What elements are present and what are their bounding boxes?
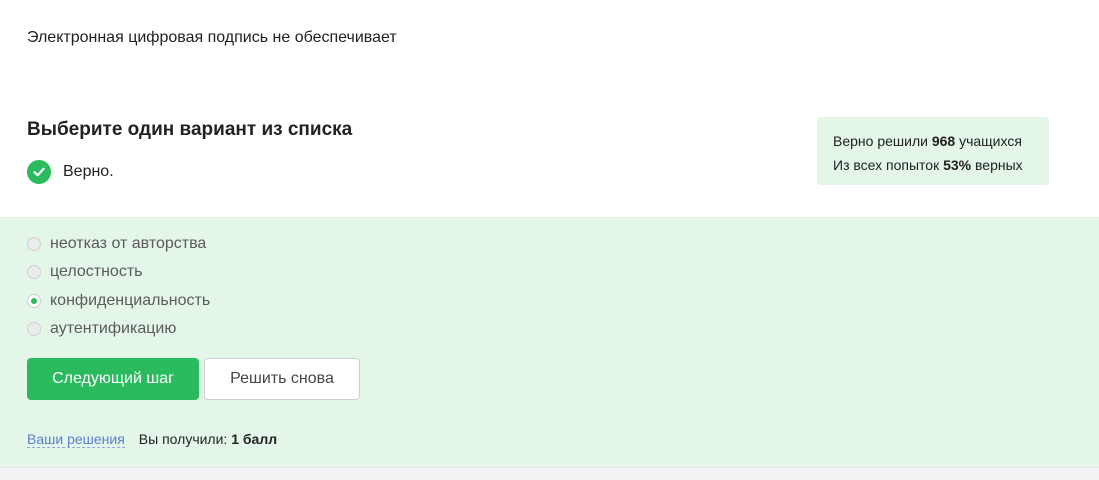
stats-solved-prefix: Верно решили xyxy=(833,133,932,149)
answer-area: неотказ от авторства целостность конфиде… xyxy=(0,217,1099,467)
option-item[interactable]: неотказ от авторства xyxy=(27,235,206,253)
bottom-divider xyxy=(0,467,1099,480)
score-text: Вы получили: 1 балл xyxy=(139,431,277,447)
stats-solved-suffix: учащихся xyxy=(955,133,1022,149)
stats-percent-prefix: Из всех попыток xyxy=(833,157,944,173)
instruction-heading: Выберите один вариант из списка xyxy=(27,119,353,140)
option-label: аутентификацию xyxy=(50,320,177,337)
radio-button[interactable] xyxy=(27,265,41,279)
option-label: конфиденциальность xyxy=(50,292,211,309)
result-footer: Ваши решения Вы получили: 1 балл xyxy=(27,431,277,448)
check-circle-icon xyxy=(27,160,51,184)
radio-button[interactable] xyxy=(27,237,41,251)
your-solutions-link[interactable]: Ваши решения xyxy=(27,431,125,448)
radio-button-selected[interactable] xyxy=(27,294,41,308)
verdict-text: Верно. xyxy=(63,163,114,180)
stats-correct-percent: 53% xyxy=(943,157,972,173)
verdict: Верно. xyxy=(27,160,114,184)
option-item[interactable]: целостность xyxy=(27,263,143,281)
option-item[interactable]: аутентификацию xyxy=(27,320,176,338)
option-label: неотказ от авторства xyxy=(50,235,207,252)
option-label: целостность xyxy=(50,263,143,280)
score-prefix: Вы получили: xyxy=(138,431,228,447)
retry-button[interactable]: Решить снова xyxy=(204,358,360,400)
stats-box: Верно решили 968 учащихся Из всех попыто… xyxy=(817,117,1049,185)
score-value: 1 балл xyxy=(231,431,278,447)
question-text: Электронная цифровая подпись не обеспечи… xyxy=(27,29,397,46)
radio-button[interactable] xyxy=(27,322,41,336)
stats-solved-line: Верно решили 968 учащихся xyxy=(833,129,1049,153)
radio-dot-icon xyxy=(31,298,37,304)
option-item-selected[interactable]: конфиденциальность xyxy=(27,292,210,310)
stats-solved-count: 968 xyxy=(931,133,956,149)
next-step-button[interactable]: Следующий шаг xyxy=(27,358,199,400)
stats-percent-line: Из всех попыток 53% верных xyxy=(833,153,1049,177)
quiz-step-page: Электронная цифровая подпись не обеспечи… xyxy=(0,0,1099,480)
stats-percent-suffix: верных xyxy=(971,157,1023,173)
